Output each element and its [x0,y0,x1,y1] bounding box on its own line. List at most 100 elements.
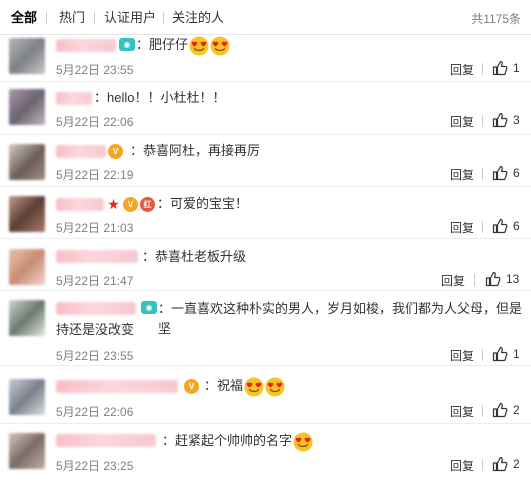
like-button[interactable]: 1 [492,346,520,362]
thumbs-up-icon [492,165,508,181]
username-blurred[interactable] [56,250,138,263]
like-count: 2 [513,403,520,417]
comment-text: ：赶紧起个帅帅的名字 [162,431,313,452]
user-badges: V [108,144,123,159]
avatar[interactable] [9,249,45,285]
heart-eyes-emoji-icon [244,377,264,397]
user-badges: V [184,379,199,394]
thumbs-up-icon [492,402,508,418]
divider [482,349,483,361]
divider [482,459,483,471]
avatar[interactable] [9,300,45,336]
reply-button[interactable]: 回复 [450,166,474,183]
like-count: 6 [513,219,520,233]
user-badges: ★ V 红 [106,196,155,212]
avatar[interactable] [9,89,45,125]
comment-time: 5月22日 23:25 [56,459,134,473]
username-blurred[interactable] [56,302,136,315]
comment-body: ：恭喜阿杜，再接再厉 [130,143,261,158]
like-button[interactable]: 2 [492,402,520,418]
username-blurred[interactable] [56,198,104,211]
vip-badge-icon: V [123,197,138,212]
username-blurred[interactable] [56,92,92,105]
avatar[interactable] [9,144,45,180]
tab-hot[interactable]: 热门 [59,10,85,26]
thumbs-up-icon [485,271,501,287]
comment-body: ：肥仔仔 [136,37,189,52]
comment-body: ：hello！！小杜杜！！ [94,90,226,105]
comment-time: 5月22日 23:55 [56,63,134,77]
comment-text: ：hello！！小杜杜！！ [94,88,225,108]
comment-body: ：恭喜杜老板升级 [142,249,247,264]
comment-text: ：一直喜欢这种朴实的男人，岁月如梭，我们都为人父母，但是坚 [158,299,523,339]
heart-eyes-emoji-icon [210,36,230,56]
thumbs-up-icon [492,112,508,128]
like-count: 1 [513,61,520,75]
avatar[interactable] [9,433,45,469]
comment-item: ◉ ：肥仔仔 5月22日 23:55 回复 1 [0,35,531,82]
reply-button[interactable]: 回复 [450,113,474,130]
divider [482,405,483,417]
divider [482,221,483,233]
like-count: 6 [513,166,520,180]
level-badge-icon: 红 [140,197,155,212]
like-button[interactable]: 1 [492,60,520,76]
like-button[interactable]: 13 [485,271,519,287]
comment-text: ：祝福 [204,376,285,397]
comment-item: V ：恭喜阿杜，再接再厉 5月22日 22:19 回复 6 [0,135,531,187]
reply-button[interactable]: 回复 [450,457,474,474]
comment-time: 5月22日 21:47 [56,274,134,288]
reply-button[interactable]: 回复 [450,347,474,364]
like-button[interactable]: 2 [492,456,520,472]
comment-time: 5月22日 21:03 [56,221,134,235]
comment-body: ：可爱的宝宝！ [157,196,249,211]
like-button[interactable]: 3 [492,112,520,128]
divider [482,115,483,127]
tab-following[interactable]: 关注的人 [172,10,224,26]
comment-text: ：可爱的宝宝！ [157,194,248,214]
star-badge-icon: ★ [107,196,120,212]
thumbs-up-icon [492,60,508,76]
comment-item: ：hello！！小杜杜！！ 5月22日 22:06 回复 3 [0,82,531,135]
comment-text-continued: 持还是没改变 [56,320,134,340]
comment-time: 5月22日 22:19 [56,168,134,182]
like-button[interactable]: 6 [492,218,520,234]
vip-badge-icon: V [108,144,123,159]
username-blurred[interactable] [56,145,106,158]
reply-button[interactable]: 回复 [450,61,474,78]
like-count: 13 [506,272,520,286]
username-blurred[interactable] [56,434,156,447]
tab-divider [163,12,164,24]
avatar[interactable] [9,196,45,232]
comment-item: ：恭喜杜老板升级 5月22日 21:47 回复 13 [0,239,531,291]
total-comment-count: 共1175条 [471,12,521,26]
vip-badge-icon: V [184,379,199,394]
reply-button[interactable]: 回复 [450,403,474,420]
comment-item: ：赶紧起个帅帅的名字 5月22日 23:25 回复 2 [0,424,531,482]
like-button[interactable]: 6 [492,165,520,181]
reply-button[interactable]: 回复 [450,219,474,236]
username-blurred[interactable] [56,380,178,393]
comment-time: 5月22日 22:06 [56,115,134,129]
like-count: 3 [513,113,520,127]
comment-text: ：恭喜杜老板升级 [142,247,246,267]
username-blurred[interactable] [56,39,116,52]
thumbs-up-icon [492,346,508,362]
comment-body-line2: 持还是没改变 [56,322,135,337]
reply-button[interactable]: 回复 [441,272,465,289]
comment-time: 5月22日 22:06 [56,405,134,419]
comment-text: ：肥仔仔 [136,35,230,56]
heart-eyes-emoji-icon [189,36,209,56]
tab-divider [46,12,47,24]
avatar[interactable] [9,38,45,74]
comment-body: ：一直喜欢这种朴实的男人，岁月如梭，我们都为人父母，但是坚 [158,301,523,336]
tab-verified-users[interactable]: 认证用户 [104,10,156,26]
comment-item: ★ V 红 ：可爱的宝宝！ 5月22日 21:03 回复 6 [0,187,531,239]
camera-badge-icon: ◉ [119,38,135,51]
comment-time: 5月22日 23:55 [56,349,134,363]
tab-all[interactable]: 全部 [11,10,37,26]
avatar[interactable] [9,379,45,415]
divider [474,274,475,286]
comment-body: ：祝福 [204,378,244,393]
user-badges: ◉ [141,301,157,314]
